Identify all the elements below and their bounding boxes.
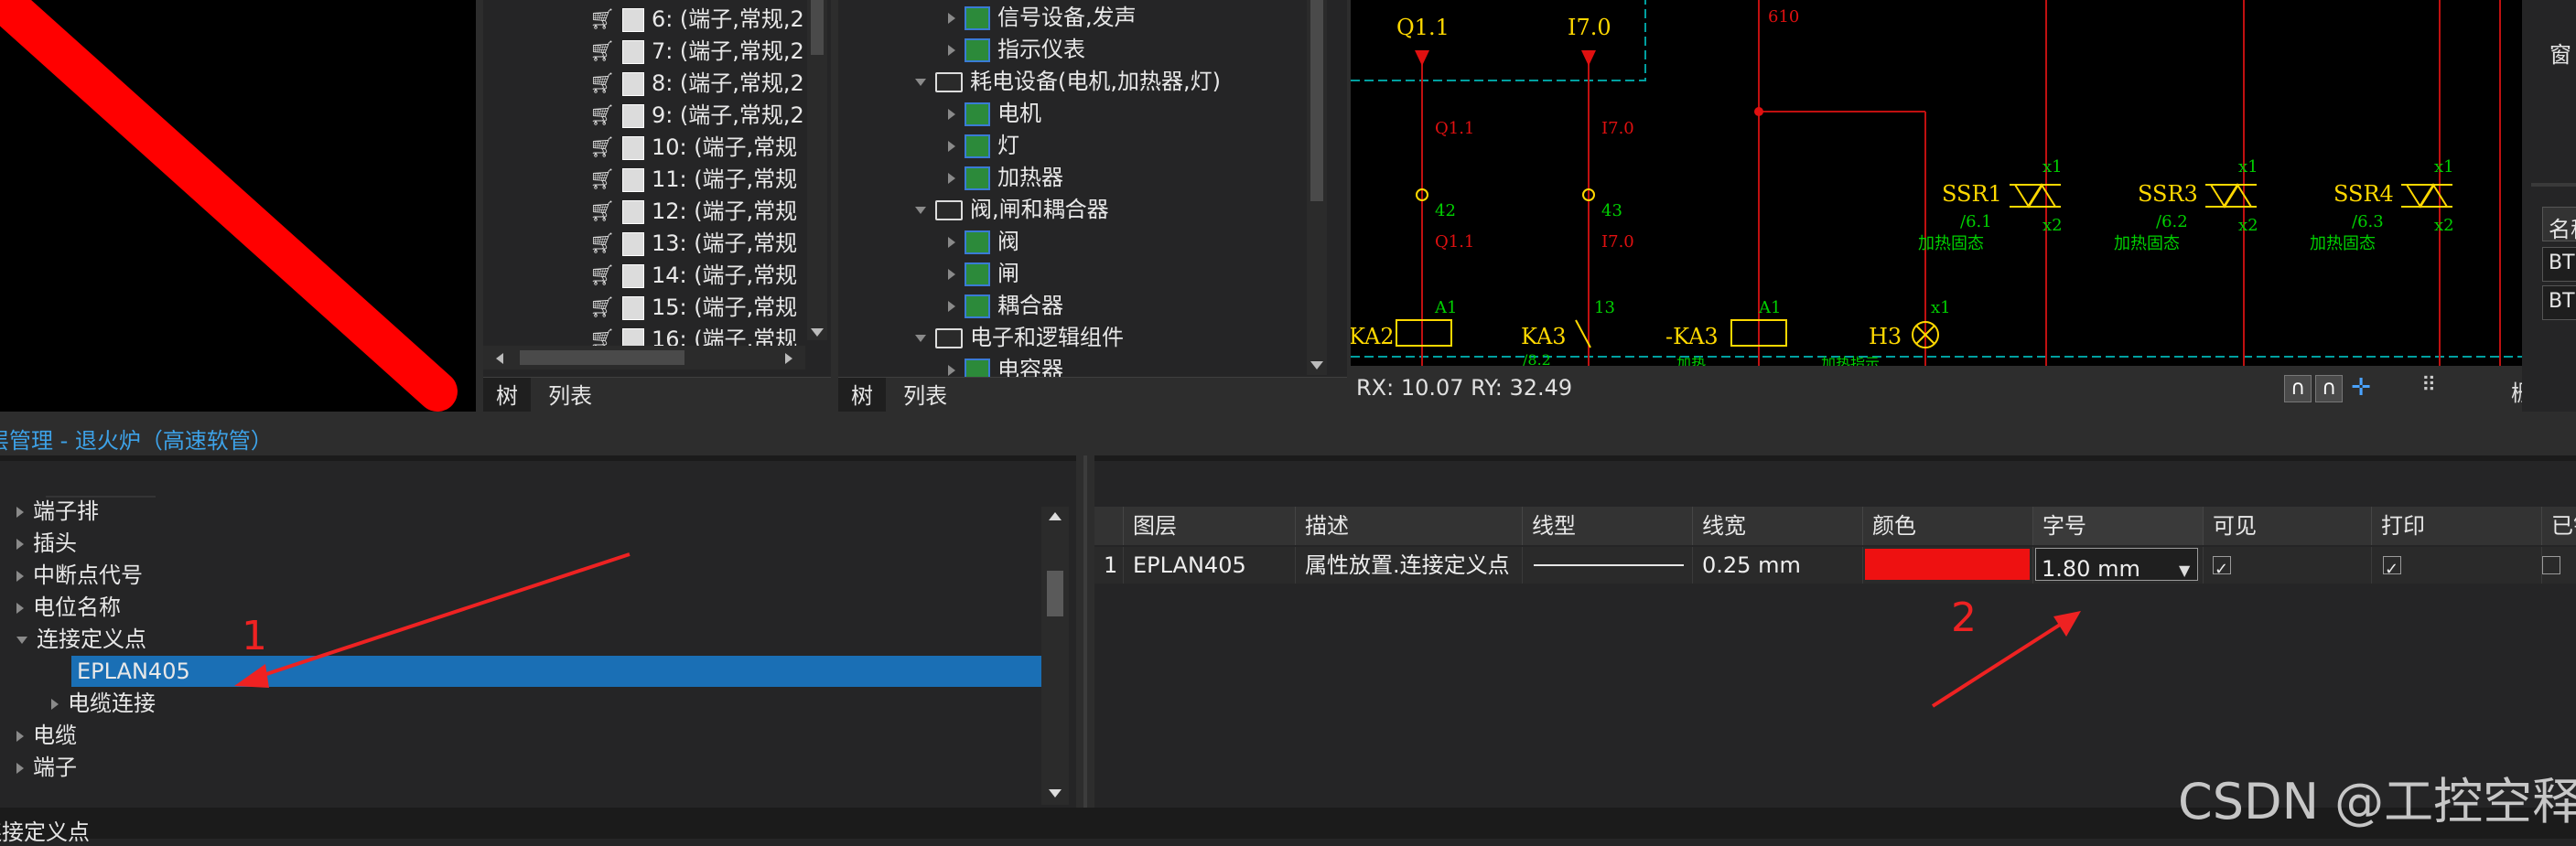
watermark: CSDN @工控空释 [2178,773,2576,830]
annotation-overlay [234,552,2081,708]
annotation-marker-1: 1 [242,613,267,659]
annotation-marker-2: 2 [1951,594,1977,641]
